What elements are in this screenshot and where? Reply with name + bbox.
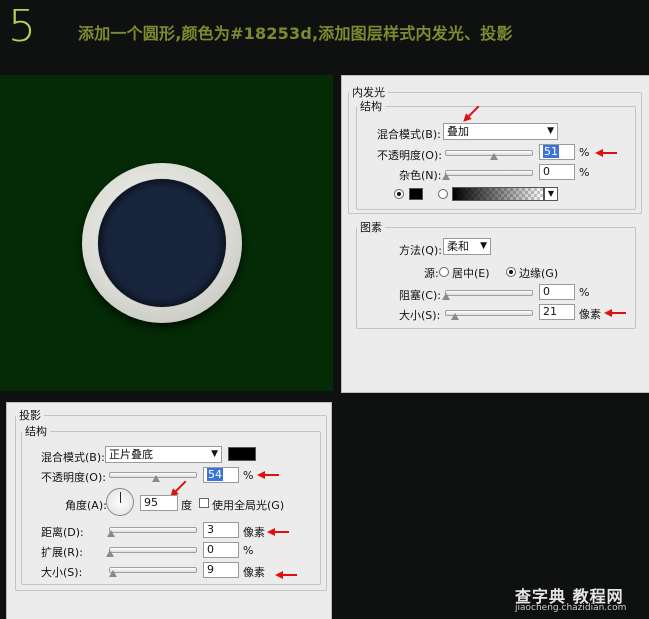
ds-blend-mode-value: 正片叠底	[109, 448, 153, 461]
ig-blend-mode-select[interactable]: 叠加 ▼	[443, 123, 558, 140]
ds-opacity-thumb[interactable]	[152, 475, 160, 482]
ds-distance-value: 3	[207, 523, 214, 536]
ig-source-edge-radio[interactable]	[506, 267, 516, 277]
ds-angle-value: 95	[144, 496, 158, 509]
chevron-down-icon: ▼	[547, 126, 554, 136]
ds-angle-label: 角度(A):	[65, 499, 107, 512]
red-arrow-icon	[267, 528, 289, 536]
ig-gradient-radio[interactable]	[438, 189, 448, 199]
ig-size-input[interactable]: 21	[539, 304, 575, 320]
red-arrow-icon	[275, 571, 297, 579]
ig-opacity-value: 51	[543, 145, 559, 158]
ds-size-value: 9	[207, 563, 214, 576]
ds-size-thumb[interactable]	[109, 570, 117, 577]
ds-size-unit: 像素	[243, 566, 265, 579]
ds-opacity-unit: %	[243, 469, 254, 482]
ig-gradient-dropdown[interactable]: ▼	[544, 187, 558, 201]
ig-opacity-input[interactable]: 51	[539, 144, 575, 160]
ds-size-input[interactable]: 9	[203, 562, 239, 578]
ds-blend-mode-select[interactable]: 正片叠底 ▼	[105, 446, 222, 463]
ds-distance-unit: 像素	[243, 526, 265, 539]
drop-shadow-structure-legend: 结构	[25, 425, 47, 438]
ds-opacity-value: 54	[207, 468, 223, 481]
ig-choke-label: 阻塞(C):	[399, 289, 441, 302]
drop-shadow-panel: 投影 结构 混合模式(B): 正片叠底 ▼ 不透明度(O): 54 % 角度(A…	[6, 402, 332, 619]
ds-size-label: 大小(S):	[41, 566, 83, 579]
ig-choke-value: 0	[543, 285, 550, 298]
ig-noise-input[interactable]: 0	[539, 164, 575, 180]
ig-opacity-slider[interactable]	[445, 150, 533, 160]
ds-spread-input[interactable]: 0	[203, 542, 239, 558]
ds-size-slider[interactable]	[109, 567, 197, 577]
ig-technique-label: 方法(Q):	[399, 244, 442, 257]
red-arrow-icon	[257, 471, 279, 479]
ig-source-edge-label: 边缘(G)	[519, 267, 559, 280]
red-arrow-icon	[595, 149, 617, 157]
ds-distance-label: 距离(D):	[41, 526, 84, 539]
ig-noise-label: 杂色(N):	[399, 169, 442, 182]
ig-noise-thumb[interactable]	[442, 173, 450, 180]
ig-size-unit: 像素	[579, 308, 601, 321]
ig-noise-value: 0	[543, 165, 550, 178]
inner-glow-elements-legend: 图素	[360, 221, 382, 234]
ig-solid-color-radio[interactable]	[394, 189, 404, 199]
ds-blend-mode-label: 混合模式(B):	[41, 451, 105, 464]
chevron-down-icon: ▼	[211, 449, 218, 459]
ig-blend-mode-label: 混合模式(B):	[377, 128, 441, 141]
ig-opacity-unit: %	[579, 146, 590, 159]
watermark-url: jiaocheng.chazidian.com	[515, 603, 627, 613]
ig-noise-unit: %	[579, 166, 590, 179]
ds-spread-thumb[interactable]	[106, 550, 114, 557]
ig-source-label: 源:	[424, 267, 439, 280]
ds-spread-unit: %	[243, 544, 254, 557]
inner-glow-panel: 内发光 结构 混合模式(B): 叠加 ▼ 不透明度(O): 51 % 杂色(N)…	[341, 75, 649, 393]
ig-noise-slider[interactable]	[442, 170, 533, 180]
ds-global-light-label: 使用全局光(G)	[212, 499, 285, 512]
ig-choke-thumb[interactable]	[442, 293, 450, 300]
inner-glow-structure-legend: 结构	[360, 100, 382, 113]
chevron-down-icon: ▼	[480, 241, 487, 251]
ig-source-center-radio[interactable]	[439, 267, 449, 277]
ig-choke-input[interactable]: 0	[539, 284, 575, 300]
ds-shadow-color-swatch[interactable]	[228, 447, 256, 461]
drop-shadow-title: 投影	[19, 409, 41, 422]
ig-size-thumb[interactable]	[451, 313, 459, 320]
ig-choke-slider[interactable]	[442, 290, 533, 300]
ds-spread-slider[interactable]	[106, 547, 197, 557]
ds-angle-dial[interactable]	[106, 488, 134, 516]
ig-choke-unit: %	[579, 286, 590, 299]
ds-angle-unit: 度	[181, 499, 192, 512]
ig-size-label: 大小(S):	[399, 309, 441, 322]
ig-size-value: 21	[543, 305, 557, 318]
ds-global-light-checkbox[interactable]	[199, 498, 209, 508]
ds-distance-input[interactable]: 3	[203, 522, 239, 538]
ig-opacity-label: 不透明度(O):	[377, 149, 442, 162]
ig-technique-select[interactable]: 柔和 ▼	[443, 238, 491, 255]
ig-size-slider[interactable]	[445, 310, 533, 320]
ig-gradient-bar[interactable]	[452, 187, 544, 201]
ig-opacity-thumb[interactable]	[490, 153, 498, 160]
circle-fill	[98, 179, 226, 307]
red-arrow-icon	[604, 309, 626, 317]
ds-opacity-slider[interactable]	[109, 472, 197, 482]
step-number: 5	[8, 1, 36, 52]
ig-glow-color-swatch[interactable]	[409, 188, 423, 200]
canvas-preview	[0, 75, 333, 391]
ds-angle-input[interactable]: 95	[140, 495, 178, 511]
ig-blend-mode-value: 叠加	[447, 125, 469, 138]
ds-opacity-label: 不透明度(O):	[41, 471, 106, 484]
ds-distance-thumb[interactable]	[107, 530, 115, 537]
ig-source-center-label: 居中(E)	[452, 267, 490, 280]
ds-spread-label: 扩展(R):	[41, 546, 83, 559]
ds-spread-value: 0	[207, 543, 214, 556]
instruction-text: 添加一个圆形,颜色为#18253d,添加图层样式内发光、投影	[78, 24, 513, 43]
circle-ring	[82, 163, 242, 323]
chevron-down-icon: ▼	[547, 189, 555, 198]
ig-technique-value: 柔和	[447, 240, 469, 253]
ds-opacity-input[interactable]: 54	[203, 467, 239, 483]
ds-distance-slider[interactable]	[107, 527, 197, 537]
